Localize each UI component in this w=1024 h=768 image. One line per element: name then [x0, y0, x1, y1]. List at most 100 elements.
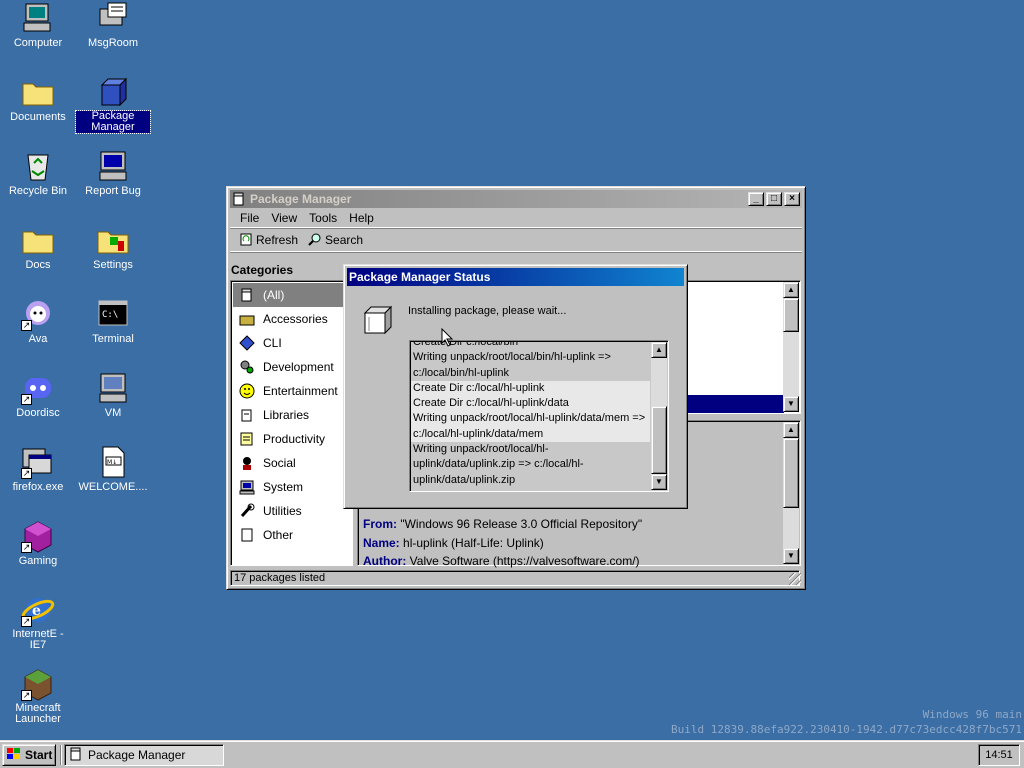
report-bug-icon: [96, 149, 130, 183]
log-scroll-down-arrow[interactable]: ▼: [651, 474, 667, 490]
desktop-icon-label: Doordisc: [16, 407, 60, 419]
status-dialog-titlebar[interactable]: Package Manager Status: [347, 268, 684, 286]
productivity-icon: [239, 431, 255, 447]
minimize-button[interactable]: _: [748, 192, 764, 206]
development-icon: [239, 359, 255, 375]
category-accessories[interactable]: Accessories: [233, 307, 350, 331]
details-scroll-thumb[interactable]: [783, 438, 799, 508]
menu-bar: File View Tools Help: [230, 208, 802, 228]
status-dialog: Package Manager Status Installing packag…: [343, 264, 688, 509]
detail-from: From: "Windows 96 Release 3.0 Official R…: [363, 515, 642, 534]
desktop-icon-msgroom[interactable]: MsgRoom: [76, 1, 150, 49]
desktop-icon-doordisc[interactable]: ↗ Doordisc: [1, 371, 75, 419]
category-label: Social: [263, 456, 296, 470]
watermark-line2: Build 12839.88efa922.230410-1942.d77c73e…: [671, 723, 1022, 736]
category-social[interactable]: Social: [233, 451, 350, 475]
category-productivity[interactable]: Productivity: [233, 427, 350, 451]
system-tray-clock[interactable]: 14:51: [978, 744, 1020, 766]
svg-text:C:\: C:\: [102, 310, 118, 320]
watermark-line1: Windows 96 main: [922, 708, 1022, 721]
desktop-icon-label: Documents: [10, 111, 66, 123]
category-cli[interactable]: CLI: [233, 331, 350, 355]
desktop-icon-settings[interactable]: Settings: [76, 223, 150, 271]
taskbar-task-package-manager[interactable]: Package Manager: [64, 744, 224, 766]
log-line: c:/local/hl-uplink/data/mem: [411, 426, 650, 443]
package-list-scrollbar[interactable]: ▲ ▼: [783, 282, 799, 412]
start-label: Start: [25, 748, 53, 762]
category-label: Development: [263, 360, 334, 374]
desktop-icon-docs[interactable]: Docs: [1, 223, 75, 271]
maximize-button[interactable]: □: [766, 192, 782, 206]
task-package-icon: [69, 747, 83, 764]
accessories-icon: [239, 311, 255, 327]
settings-icon: [96, 223, 130, 257]
desktop-icon-internete-ie7[interactable]: e ↗ InternetE - IE7: [1, 593, 75, 651]
svg-text:M↓: M↓: [107, 459, 117, 466]
all-icon: [239, 287, 255, 303]
log-scroll-up-arrow[interactable]: ▲: [651, 342, 667, 358]
start-button[interactable]: Start: [2, 744, 56, 766]
menu-tools[interactable]: Tools: [303, 209, 343, 227]
scroll-down-arrow[interactable]: ▼: [783, 396, 799, 412]
menu-file[interactable]: File: [234, 209, 265, 227]
menu-help[interactable]: Help: [343, 209, 380, 227]
log-scroll-thumb[interactable]: [651, 406, 667, 474]
log-line: Writing unpack/root/local/hl-uplink/data…: [411, 411, 650, 427]
status-message: Installing package, please wait...: [408, 305, 567, 317]
category-other[interactable]: Other: [233, 523, 350, 547]
refresh-icon: [239, 232, 253, 249]
refresh-button[interactable]: Refresh: [234, 230, 303, 251]
category-utilities[interactable]: Utilities: [233, 499, 350, 523]
category-all[interactable]: (All): [233, 283, 350, 307]
menu-view[interactable]: View: [265, 209, 303, 227]
desktop-icon-gaming[interactable]: ↗ Gaming: [1, 519, 75, 567]
desktop-icon-computer[interactable]: Computer: [1, 1, 75, 49]
desktop-icon-ava[interactable]: ↗ Ava: [1, 297, 75, 345]
package-manager-titlebar[interactable]: Package Manager _ □ ×: [230, 190, 802, 208]
computer-icon: [21, 1, 55, 35]
log-scrollbar[interactable]: ▲ ▼: [651, 342, 667, 490]
desktop-icon-recycle-bin[interactable]: Recycle Bin: [1, 149, 75, 197]
shortcut-arrow-icon: ↗: [21, 468, 32, 479]
package-manager-icon: [96, 75, 130, 109]
desktop-icon-minecraft-launcher[interactable]: ↗ Minecraft Launcher: [1, 667, 75, 725]
scroll-up-arrow[interactable]: ▲: [783, 282, 799, 298]
category-development[interactable]: Development: [233, 355, 350, 379]
toolbar: Refresh Search: [230, 228, 802, 252]
category-libraries[interactable]: Libraries: [233, 403, 350, 427]
desktop-icon-report-bug[interactable]: Report Bug: [76, 149, 150, 197]
minecraft-icon: ↗: [21, 667, 55, 701]
shortcut-arrow-icon: ↗: [21, 690, 32, 701]
desktop-icon-documents[interactable]: Documents: [1, 75, 75, 123]
vm-icon: [96, 371, 130, 405]
desktop-icon-label: Package Manager: [75, 110, 151, 134]
desktop-icon-label: Minecraft Launcher: [15, 702, 61, 725]
desktop-icon-vm[interactable]: VM: [76, 371, 150, 419]
desktop-icon-terminal[interactable]: C:\ Terminal: [76, 297, 150, 345]
entertainment-icon: [239, 383, 255, 399]
category-system[interactable]: System: [233, 475, 350, 499]
resize-grip[interactable]: [789, 573, 801, 585]
status-dialog-title: Package Manager Status: [349, 270, 491, 284]
desktop-icon-welcome[interactable]: M↓ WELCOME....: [76, 445, 150, 493]
details-scroll-down-arrow[interactable]: ▼: [783, 548, 799, 564]
desktop-icon-firefox-exe[interactable]: ↗ firefox.exe: [1, 445, 75, 493]
category-entertainment[interactable]: Entertainment: [233, 379, 350, 403]
package-box-icon: [362, 305, 393, 335]
clock-text: 14:51: [985, 749, 1013, 761]
desktop-icon-package-manager[interactable]: Package Manager: [75, 75, 151, 134]
firefox-icon: ↗: [21, 445, 55, 479]
desktop-icon-label: MsgRoom: [87, 37, 139, 49]
details-scroll-up-arrow[interactable]: ▲: [783, 422, 799, 438]
scroll-thumb[interactable]: [783, 298, 799, 332]
selected-package-row[interactable]: [682, 395, 784, 413]
taskbar-separator: [60, 745, 62, 765]
details-scrollbar[interactable]: ▲ ▼: [783, 422, 799, 564]
desktop-icon-label: Docs: [25, 259, 51, 271]
shortcut-arrow-icon: ↗: [21, 616, 32, 627]
status-text: 17 packages listed: [234, 572, 326, 584]
search-button[interactable]: Search: [303, 230, 368, 251]
shortcut-arrow-icon: ↗: [21, 542, 32, 553]
category-label: Other: [263, 528, 294, 542]
close-button[interactable]: ×: [784, 192, 800, 206]
